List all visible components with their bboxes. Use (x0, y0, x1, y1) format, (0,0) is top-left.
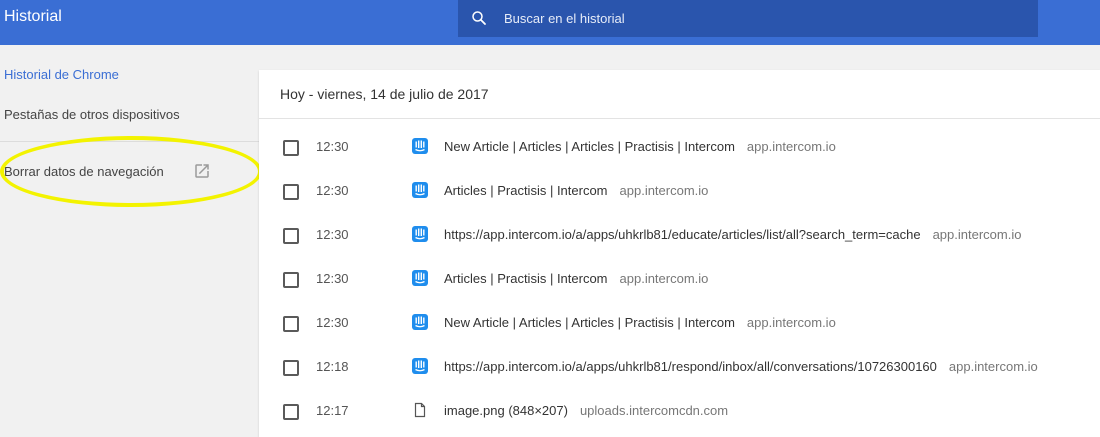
entry-title-link[interactable]: Articles | Practisis | Intercom (444, 183, 608, 198)
entry-line: New Article | Articles | Articles | Prac… (444, 139, 836, 154)
history-row[interactable]: 12:30 Articles | Practisis | Intercom app… (259, 170, 1100, 214)
entry-title-link[interactable]: image.png (848×207) (444, 403, 568, 418)
entry-time: 12:18 (316, 359, 349, 374)
entry-line: https://app.intercom.io/a/apps/uhkrlb81/… (444, 359, 1038, 374)
history-row[interactable]: 12:17 image.png (848×207) uploads.interco… (259, 390, 1100, 434)
row-checkbox[interactable] (283, 360, 299, 376)
sidebar-item-clear-browsing-data[interactable]: Borrar datos de navegación (4, 164, 164, 179)
history-row[interactable]: 12:30 https://app.intercom.io/a/apps/uhk… (259, 214, 1100, 258)
intercom-icon (412, 226, 428, 242)
history-card: Hoy - viernes, 14 de julio de 2017 12:30… (259, 70, 1100, 437)
entry-title-link[interactable]: New Article | Articles | Articles | Prac… (444, 139, 735, 154)
sidebar-divider (0, 141, 262, 142)
entry-title-link[interactable]: https://app.intercom.io/a/apps/uhkrlb81/… (444, 359, 937, 374)
sidebar-item-chrome-history[interactable]: Historial de Chrome (4, 67, 119, 82)
open-in-new-icon[interactable] (193, 162, 211, 180)
entry-domain[interactable]: app.intercom.io (949, 359, 1038, 374)
entry-domain[interactable]: uploads.intercomcdn.com (580, 403, 728, 418)
entry-time: 12:30 (316, 315, 349, 330)
intercom-icon (412, 314, 428, 330)
entry-time: 12:30 (316, 139, 349, 154)
search-input[interactable] (504, 0, 1024, 37)
row-checkbox[interactable] (283, 184, 299, 200)
entry-time: 12:30 (316, 271, 349, 286)
history-list: 12:30 New Article | Articles | Articles … (259, 126, 1100, 434)
row-checkbox[interactable] (283, 272, 299, 288)
history-row[interactable]: 12:30 Articles | Practisis | Intercom app… (259, 258, 1100, 302)
page-title: Historial (4, 8, 62, 25)
sidebar: Historial de Chrome Pestañas de otros di… (0, 45, 262, 437)
app-header: Historial (0, 0, 1100, 45)
entry-line: https://app.intercom.io/a/apps/uhkrlb81/… (444, 227, 1021, 242)
entry-domain[interactable]: app.intercom.io (620, 183, 709, 198)
entry-time: 12:30 (316, 227, 349, 242)
history-row[interactable]: 12:30 New Article | Articles | Articles … (259, 302, 1100, 346)
intercom-icon (412, 358, 428, 374)
row-checkbox[interactable] (283, 228, 299, 244)
entry-domain[interactable]: app.intercom.io (620, 271, 709, 286)
intercom-icon (412, 182, 428, 198)
entry-line: image.png (848×207) uploads.intercomcdn.c… (444, 403, 728, 418)
entry-title-link[interactable]: https://app.intercom.io/a/apps/uhkrlb81/… (444, 227, 921, 242)
date-header: Hoy - viernes, 14 de julio de 2017 (280, 86, 489, 102)
sidebar-item-other-devices[interactable]: Pestañas de otros dispositivos (4, 107, 180, 122)
search-icon[interactable] (470, 9, 488, 27)
entry-title-link[interactable]: New Article | Articles | Articles | Prac… (444, 315, 735, 330)
entry-line: New Article | Articles | Articles | Prac… (444, 315, 836, 330)
intercom-icon (412, 138, 428, 154)
row-checkbox[interactable] (283, 140, 299, 156)
file-icon (414, 402, 426, 418)
entry-time: 12:17 (316, 403, 349, 418)
entry-title-link[interactable]: Articles | Practisis | Intercom (444, 271, 608, 286)
row-checkbox[interactable] (283, 404, 299, 420)
entry-domain[interactable]: app.intercom.io (933, 227, 1022, 242)
card-divider (259, 118, 1100, 119)
entry-line: Articles | Practisis | Intercom app.inter… (444, 271, 708, 286)
history-row[interactable]: 12:30 New Article | Articles | Articles … (259, 126, 1100, 170)
entry-domain[interactable]: app.intercom.io (747, 139, 836, 154)
entry-line: Articles | Practisis | Intercom app.inter… (444, 183, 708, 198)
search-box[interactable] (458, 0, 1038, 37)
row-checkbox[interactable] (283, 316, 299, 332)
entry-time: 12:30 (316, 183, 349, 198)
intercom-icon (412, 270, 428, 286)
entry-domain[interactable]: app.intercom.io (747, 315, 836, 330)
history-row[interactable]: 12:18 https://app.intercom.io/a/apps/uhk… (259, 346, 1100, 390)
